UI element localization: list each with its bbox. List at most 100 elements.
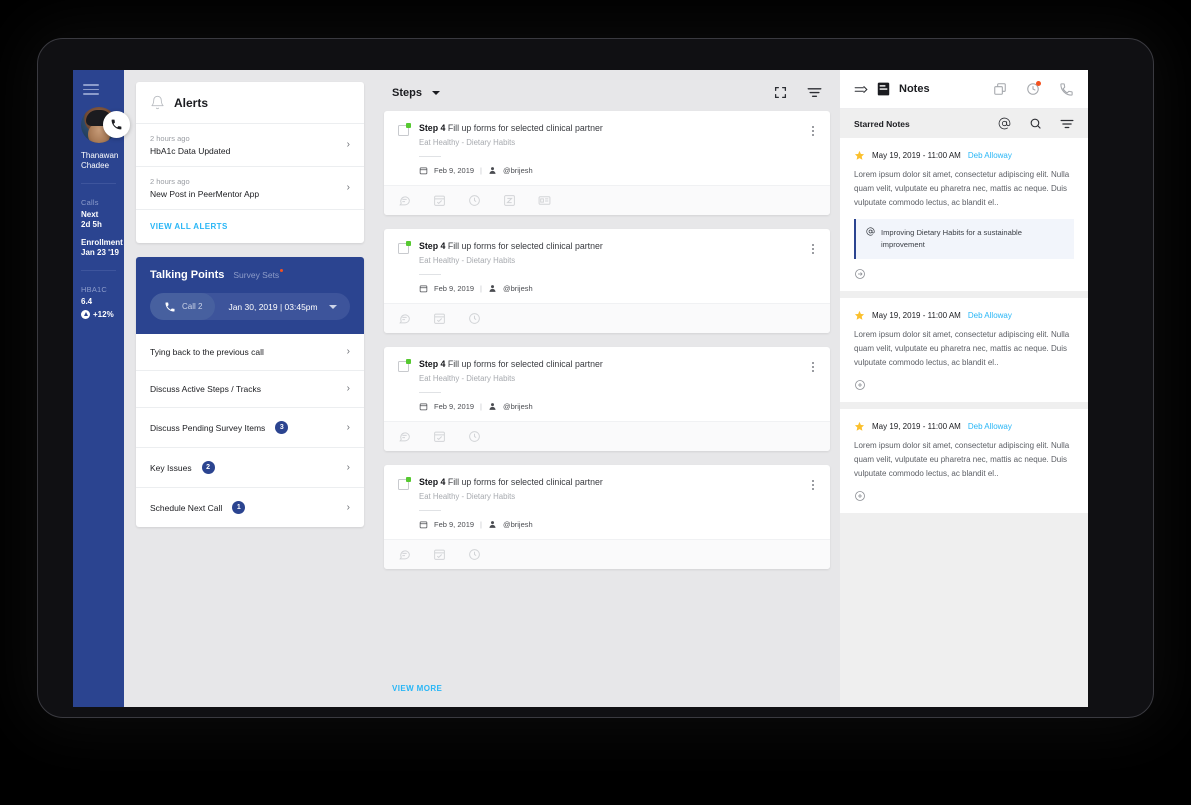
note-author[interactable]: Deb Alloway	[968, 151, 1012, 160]
notes-icon	[877, 82, 890, 96]
note-item[interactable]: May 19, 2019 - 11:00 AM Deb Alloway Lore…	[840, 298, 1088, 409]
meta-separator: |	[480, 166, 482, 175]
hba1c-value: 6.4	[81, 296, 93, 306]
mention-icon	[866, 227, 875, 251]
alert-row[interactable]: 2 hours ago New Post in PeerMentor App ›	[136, 167, 364, 210]
comment-icon[interactable]	[398, 430, 411, 443]
step-card[interactable]: Step 4 Fill up forms for selected clinic…	[384, 111, 830, 215]
step-card[interactable]: Step 4 Fill up forms for selected clinic…	[384, 347, 830, 451]
note-body: Lorem ipsum dolor sit amet, consectetur …	[854, 330, 1070, 367]
chevron-down-icon[interactable]	[329, 304, 337, 309]
step-card[interactable]: Step 4 Fill up forms for selected clinic…	[384, 465, 830, 569]
clock-icon[interactable]	[468, 194, 481, 207]
calendar-check-icon[interactable]	[433, 548, 446, 561]
add-circle-icon[interactable]	[854, 379, 866, 391]
search-icon[interactable]	[1029, 117, 1042, 130]
view-all-alerts-link[interactable]: VIEW ALL ALERTS	[136, 210, 364, 243]
talking-point-label: Key Issues	[150, 462, 192, 473]
calendar-check-icon[interactable]	[433, 430, 446, 443]
step-more-menu-icon[interactable]	[810, 478, 816, 492]
clock-icon[interactable]	[468, 312, 481, 325]
copy-icon[interactable]	[993, 82, 1007, 96]
starred-notes-label: Starred Notes	[854, 118, 910, 129]
next-call-value: 2d 5h	[81, 219, 102, 229]
comment-icon[interactable]	[398, 548, 411, 561]
attachment-icon[interactable]	[503, 194, 516, 207]
step-assignee: @brijesh	[502, 520, 533, 529]
filter-icon[interactable]	[807, 86, 822, 99]
clock-icon[interactable]	[468, 430, 481, 443]
step-more-menu-icon[interactable]	[810, 242, 816, 256]
step-divider	[419, 392, 441, 393]
step-checkbox[interactable]	[398, 477, 411, 490]
fullscreen-icon[interactable]	[774, 86, 787, 99]
talking-points-header: Talking Points Survey Sets Call 2 Jan 30…	[136, 257, 364, 334]
step-card[interactable]: Step 4 Fill up forms for selected clinic…	[384, 229, 830, 333]
filter-icon[interactable]	[1060, 118, 1074, 130]
note-quote: Improving Dietary Habits for a sustainab…	[854, 219, 1074, 259]
status-dot-icon	[406, 123, 411, 128]
steps-column: Steps Step 4 Fill up forms for selected …	[374, 70, 840, 707]
collapse-arrow-icon[interactable]	[854, 84, 868, 95]
step-title-text: Fill up forms for selected clinical part…	[447, 241, 603, 251]
mention-icon[interactable]	[998, 117, 1011, 130]
step-assignee: @brijesh	[502, 166, 533, 175]
step-checkbox[interactable]	[398, 359, 411, 372]
clock-icon[interactable]	[468, 548, 481, 561]
trend-up-icon	[81, 309, 90, 319]
step-more-menu-icon[interactable]	[810, 360, 816, 374]
person-icon	[489, 167, 496, 174]
note-author[interactable]: Deb Alloway	[968, 311, 1012, 320]
note-item[interactable]: May 19, 2019 - 11:00 AM Deb Alloway Lore…	[840, 138, 1088, 298]
comment-icon[interactable]	[398, 194, 411, 207]
steps-header: Steps	[384, 82, 830, 111]
history-clock-icon[interactable]	[1026, 81, 1041, 96]
comment-icon[interactable]	[398, 312, 411, 325]
phone-icon[interactable]	[1059, 82, 1074, 97]
step-checkbox[interactable]	[398, 123, 411, 136]
chevron-down-icon[interactable]	[431, 90, 440, 95]
talking-point-row[interactable]: Tying back to the previous call ›	[136, 334, 364, 371]
step-footer-actions	[384, 539, 830, 569]
step-footer-actions	[384, 421, 830, 451]
talking-point-row[interactable]: Discuss Active Steps / Tracks ›	[136, 371, 364, 408]
count-badge: 2	[201, 461, 215, 474]
user-last-name: Chadee	[81, 160, 110, 170]
view-more-link[interactable]: VIEW MORE	[384, 674, 830, 707]
count-badge: 3	[275, 421, 289, 434]
steps-title: Steps	[392, 86, 422, 99]
note-date: May 19, 2019 - 11:00 AM	[872, 311, 961, 320]
phone-icon[interactable]	[103, 110, 130, 138]
reply-icon[interactable]	[854, 268, 866, 280]
step-checkbox[interactable]	[398, 241, 411, 254]
note-item[interactable]: May 19, 2019 - 11:00 AM Deb Alloway Lore…	[840, 409, 1088, 520]
hamburger-icon[interactable]	[83, 84, 99, 95]
star-icon[interactable]	[854, 421, 865, 432]
call-chip[interactable]: Call 2	[150, 293, 216, 320]
calendar-check-icon[interactable]	[433, 312, 446, 325]
note-author[interactable]: Deb Alloway	[968, 422, 1012, 431]
left-column: Alerts 2 hours ago HbA1c Data Updated › …	[124, 70, 374, 707]
app-screen: Thanawan Chadee Calls Next 2d 5h Enrollm…	[73, 70, 1088, 707]
avatar[interactable]	[81, 106, 130, 143]
star-icon[interactable]	[854, 310, 865, 321]
calendar-icon	[419, 521, 428, 529]
notes-empty-area	[840, 520, 1088, 707]
note-time-value: 11:00 AM	[927, 311, 961, 320]
star-icon[interactable]	[854, 150, 865, 161]
add-circle-icon[interactable]	[854, 490, 866, 502]
survey-sets-tab[interactable]: Survey Sets	[233, 269, 284, 280]
talking-point-row[interactable]: Key Issues 2 ›	[136, 448, 364, 488]
talking-point-row[interactable]: Discuss Pending Survey Items 3 ›	[136, 408, 364, 448]
status-dot-icon	[406, 359, 411, 364]
call-select[interactable]: Call 2 Jan 30, 2019 | 03:45pm	[150, 293, 350, 320]
talking-points-title: Talking Points	[150, 269, 225, 281]
calendar-check-icon[interactable]	[433, 194, 446, 207]
alert-row[interactable]: 2 hours ago HbA1c Data Updated ›	[136, 124, 364, 167]
step-assignee: @brijesh	[502, 284, 533, 293]
step-more-menu-icon[interactable]	[810, 124, 816, 138]
note-time-value: 11:00 AM	[927, 422, 961, 431]
calendar-icon	[419, 403, 428, 411]
talking-point-row[interactable]: Schedule Next Call 1 ›	[136, 488, 364, 527]
note-icon[interactable]	[538, 194, 551, 207]
